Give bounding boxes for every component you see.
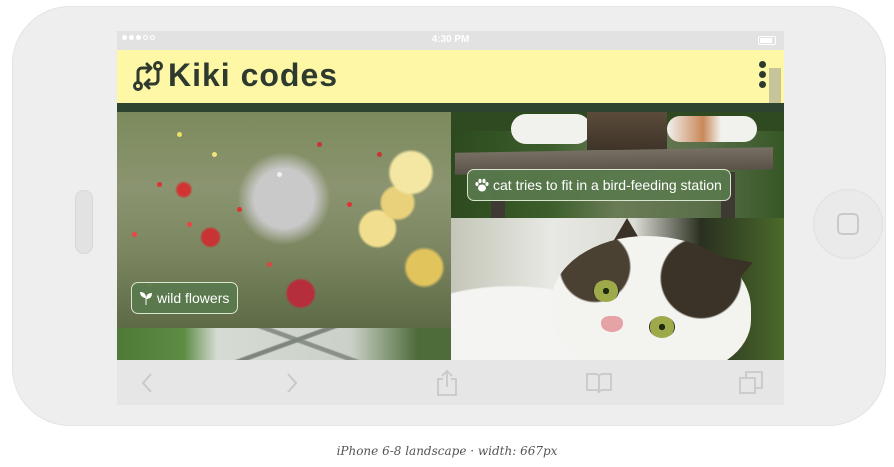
chevron-right-icon[interactable] (272, 360, 312, 405)
home-button[interactable] (814, 190, 882, 258)
tile-label-text: cat tries to fit in a bird-feeding stati… (493, 177, 722, 193)
status-time: 4:30 PM (431, 34, 470, 45)
home-button-icon (837, 213, 859, 235)
more-vertical-icon[interactable] (759, 61, 767, 93)
cat-body (511, 114, 591, 144)
tile-wild-flowers[interactable]: wild flowers (117, 112, 451, 328)
cat-eye (593, 280, 619, 302)
tile-label-wild-flowers[interactable]: wild flowers (131, 282, 239, 314)
tabs-icon[interactable] (731, 360, 771, 405)
status-bar: 4:30 PM (117, 31, 784, 50)
device-preview: 4:30 PM Kiki codes wild flowers cat trie… (0, 0, 894, 467)
tile-label-cat-bird-feeder[interactable]: cat tries to fit in a bird-feeding stati… (467, 169, 731, 201)
phone-screen: 4:30 PM Kiki codes wild flowers cat trie… (117, 31, 784, 405)
browser-toolbar (117, 360, 784, 405)
site-title[interactable]: Kiki codes (168, 57, 338, 94)
cat-eye (649, 316, 675, 338)
header-divider (117, 103, 784, 112)
cat-body-tail (667, 116, 757, 142)
git-compare-icon[interactable] (132, 60, 164, 92)
paw-icon (475, 178, 489, 192)
cat-nose (601, 316, 623, 332)
share-icon[interactable] (427, 360, 467, 405)
sprout-icon (140, 292, 152, 305)
book-icon[interactable] (579, 360, 619, 405)
preview-caption: iPhone 6-8 landscape · width: 667px (336, 444, 558, 458)
chevron-left-icon[interactable] (127, 360, 167, 405)
tile-cat-bird-feeder[interactable]: cat tries to fit in a bird-feeding stati… (451, 112, 784, 218)
battery-icon (758, 36, 776, 45)
tile-cat-closeup[interactable] (451, 218, 784, 368)
tile-label-text: wild flowers (157, 290, 230, 306)
app-header: Kiki codes (117, 50, 784, 113)
bird-feeder-box (587, 112, 667, 150)
side-button (75, 190, 93, 254)
